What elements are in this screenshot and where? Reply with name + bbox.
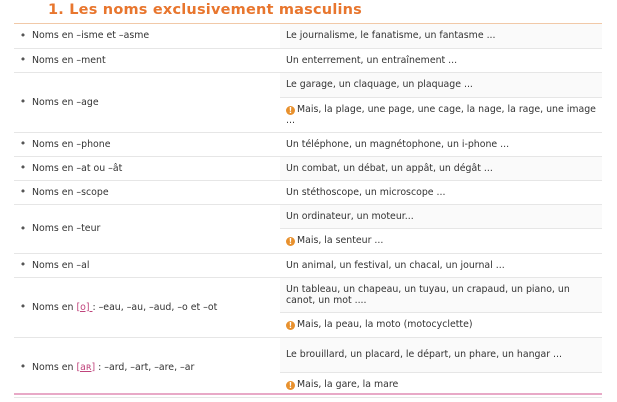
examples: Un enterrement, un entraînement ...: [280, 48, 602, 73]
bullet: •: [14, 24, 32, 49]
bullet: •: [14, 204, 32, 254]
examples-cell: Un ordinateur, un moteur... ! Mais, la se…: [280, 204, 602, 254]
exception-text: Mais, la plage, une page, une cage, la n…: [286, 103, 596, 126]
table-row: • Noms en [aʀ] : –ard, –art, –are, –ar L…: [14, 337, 602, 398]
examples: Le brouillard, un placard, le départ, un…: [280, 337, 602, 373]
examples: Un téléphone, un magnétophone, un i-phon…: [280, 132, 602, 157]
exception-text: Mais, la gare, la mare: [297, 379, 399, 390]
exception-line: ! Mais, la senteur ...: [280, 228, 602, 252]
exclamation-circle-icon: !: [286, 105, 295, 115]
examples-cell: Un tableau, un chapeau, un tuyau, un cra…: [280, 277, 602, 338]
table-row: • Noms en –isme et –asme Le journalisme,…: [14, 24, 602, 49]
table-row: • Noms en –phone Un téléphone, un magnét…: [14, 132, 602, 157]
bullet: •: [14, 253, 32, 278]
bullet: •: [14, 72, 32, 133]
exception-text: Mais, la peau, la moto (motocyclette): [297, 319, 473, 330]
table-row: • Noms en –ment Un enterrement, un entra…: [14, 48, 602, 73]
examples: Un ordinateur, un moteur...: [280, 205, 602, 229]
table-row: • Noms en [o] : –eau, –au, –aud, –o et –…: [14, 277, 602, 338]
examples: Un combat, un débat, un appât, un dégât …: [280, 156, 602, 181]
examples-cell: Le brouillard, un placard, le départ, un…: [280, 337, 602, 398]
examples: Un tableau, un chapeau, un tuyau, un cra…: [280, 278, 602, 313]
exception-line: ! Mais, la peau, la moto (motocyclette): [280, 312, 602, 336]
examples: Le garage, un claquage, un plaquage ...: [280, 73, 602, 98]
bullet: •: [14, 132, 32, 157]
suffix-label: Noms en –age: [32, 72, 280, 133]
suffix-label: Noms en –isme et –asme: [32, 24, 280, 49]
exception-line: ! Mais, la plage, une page, une cage, la …: [280, 97, 602, 131]
suffix-label: Noms en [o] : –eau, –au, –aud, –o et –ot: [32, 277, 280, 338]
examples: Un animal, un festival, un chacal, un jo…: [280, 253, 602, 278]
suffix-label: Noms en –teur: [32, 204, 280, 254]
exclamation-circle-icon: !: [286, 321, 295, 330]
suffix-label: Noms en –at ou –ât: [32, 156, 280, 181]
examples: Un stéthoscope, un microscope ...: [280, 180, 602, 205]
bullet: •: [14, 337, 32, 398]
exclamation-circle-icon: !: [286, 237, 295, 246]
suffix-label: Noms en –al: [32, 253, 280, 278]
examples-cell: Le garage, un claquage, un plaquage ... …: [280, 72, 602, 133]
bullet: •: [14, 48, 32, 73]
rules-table: • Noms en –isme et –asme Le journalisme,…: [14, 24, 602, 398]
table-row: • Noms en –al Un animal, un festival, un…: [14, 253, 602, 278]
table-row: • Noms en –at ou –ât Un combat, un débat…: [14, 156, 602, 181]
phonetic-link[interactable]: [aʀ]: [76, 362, 95, 373]
table-row: • Noms en –teur Un ordinateur, un moteur…: [14, 204, 602, 254]
suffix-label: Noms en –scope: [32, 180, 280, 205]
exception-text: Mais, la senteur ...: [297, 235, 384, 246]
exclamation-circle-icon: !: [286, 381, 295, 390]
phonetic-link[interactable]: [o]: [76, 302, 92, 313]
bullet: •: [14, 180, 32, 205]
examples: Le journalisme, le fanatisme, un fantasm…: [280, 24, 602, 49]
bottom-rule: [14, 393, 602, 395]
suffix-label: Noms en –ment: [32, 48, 280, 73]
suffix-label: Noms en [aʀ] : –ard, –art, –are, –ar: [32, 337, 280, 398]
bullet: •: [14, 156, 32, 181]
suffix-label: Noms en –phone: [32, 132, 280, 157]
bullet: •: [14, 277, 32, 338]
table-row: • Noms en –age Le garage, un claquage, u…: [14, 72, 602, 133]
table-row: • Noms en –scope Un stéthoscope, un micr…: [14, 180, 602, 205]
section-title: 1. Les noms exclusivement masculins: [48, 2, 363, 18]
